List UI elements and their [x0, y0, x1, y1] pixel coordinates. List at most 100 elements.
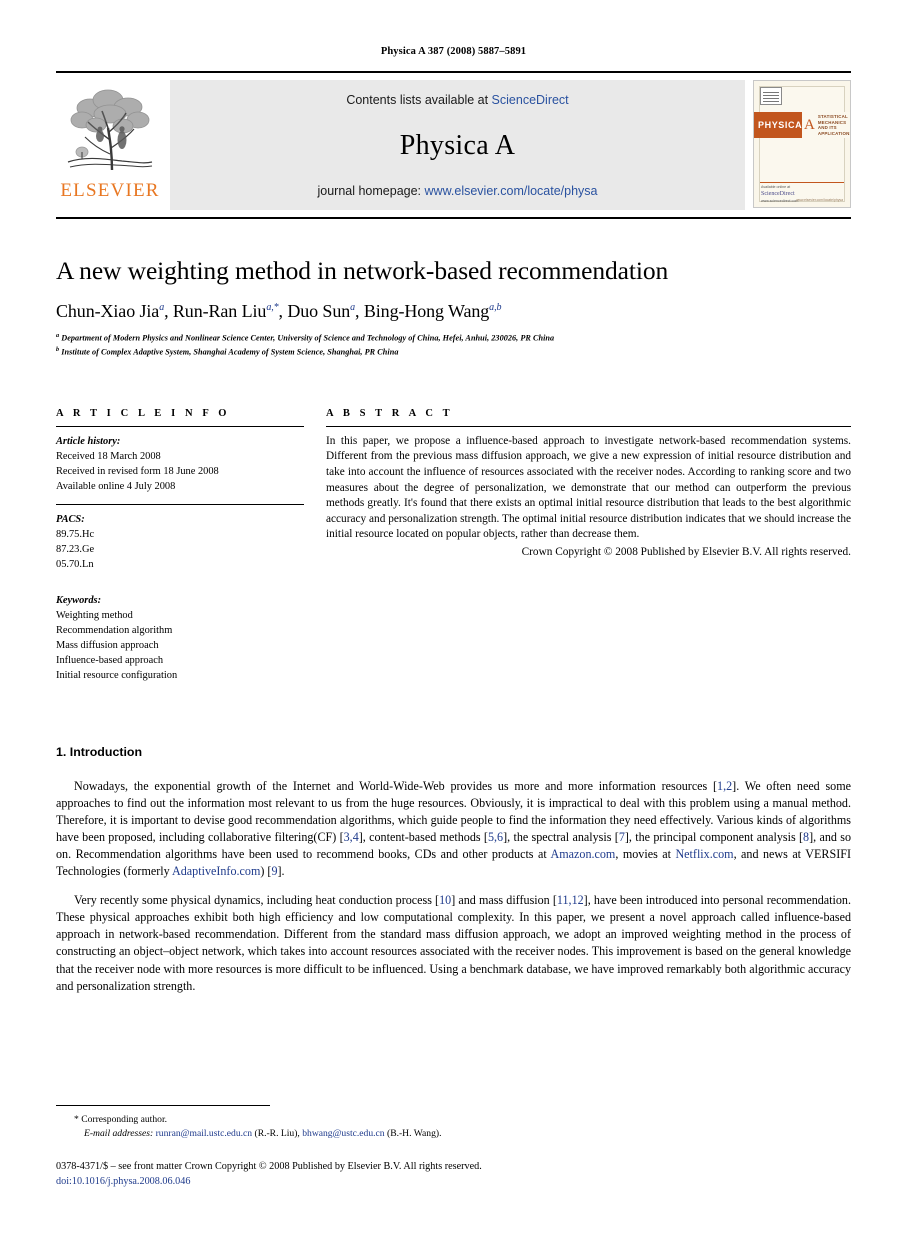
sciencedirect-link[interactable]: ScienceDirect [492, 93, 569, 107]
email-owner-wang: (B.-H. Wang). [387, 1128, 442, 1140]
author-separator: , [355, 301, 364, 321]
text-run: ] and mass diffusion [ [451, 893, 557, 908]
email-link-wang[interactable]: bhwang@ustc.edu.cn [302, 1128, 384, 1139]
affiliation-text: Department of Modern Physics and Nonline… [61, 333, 555, 343]
citation-ref[interactable]: 1,2 [717, 779, 732, 793]
column-gap [304, 408, 326, 683]
author-separator: , [278, 301, 288, 321]
email-link-liu[interactable]: runran@mail.ustc.edu.cn [156, 1128, 252, 1139]
contents-prefix: Contents lists available at [346, 93, 492, 107]
affiliation-item: b Institute of Complex Adaptive System, … [56, 345, 851, 359]
abstract-column: A B S T R A C T In this paper, we propos… [326, 408, 851, 683]
journal-homepage-link[interactable]: www.elsevier.com/locate/physa [425, 184, 598, 198]
elsevier-logo: ELSEVIER [56, 80, 164, 210]
author-entry: Duo Suna, [287, 301, 364, 321]
keyword-item: Influence-based approach [56, 654, 164, 666]
external-link-amazon[interactable]: Amazon.com [551, 847, 616, 861]
elsevier-tree-icon [60, 82, 160, 180]
email-label: E-mail addresses: [84, 1128, 154, 1140]
pacs-rule [56, 504, 304, 506]
running-head: Physica A 387 (2008) 5887–5891 [380, 46, 527, 57]
cover-subtitle: STATISTICAL MECHANICS AND ITS APPLICATIO… [817, 114, 851, 136]
footnote-rule [56, 1104, 270, 1106]
cover-sciencedirect-url: www.sciencedirect.com [761, 199, 799, 204]
cover-divider [760, 182, 844, 183]
author-affil-mark: a,b [489, 302, 502, 313]
article-info-rule [56, 425, 304, 427]
abstract-copyright: Crown Copyright © 2008 Published by Else… [521, 545, 851, 558]
elsevier-wordmark: ELSEVIER [60, 180, 160, 201]
info-abstract-section: A R T I C L E I N F O Article history: R… [56, 408, 851, 683]
contents-available-line: Contents lists available at ScienceDirec… [346, 93, 568, 107]
masthead-top-rule [56, 71, 851, 73]
text-run: ]. [277, 864, 285, 879]
section-heading-introduction: 1. Introduction [56, 744, 143, 759]
keywords-label: Keywords: [56, 594, 102, 606]
author-entry: Chun-Xiao Jiaa, [56, 301, 173, 321]
citation-ref[interactable]: 5,6 [488, 830, 503, 844]
keyword-item: Mass diffusion approach [56, 639, 159, 651]
external-link-netflix[interactable]: Netflix.com [675, 847, 733, 861]
text-run: ], the spectral analysis [ [503, 830, 619, 845]
cover-volume-letter: A [804, 116, 815, 133]
author-name: Bing-Hong Wang [363, 301, 490, 321]
cover-title-left: PHYSICA [754, 112, 802, 138]
cover-corner-mark [760, 87, 782, 105]
external-link-adaptiveinfo[interactable]: AdaptiveInfo.com [172, 864, 260, 878]
citation-ref[interactable]: 11,12 [557, 893, 584, 907]
page-title: A new weighting method in network-based … [56, 256, 669, 285]
author-separator: , [164, 301, 173, 321]
author-name: Run-Ran Liu [172, 301, 267, 321]
citation-ref[interactable]: 10 [439, 893, 451, 907]
email-owner-liu: (R.-R. Liu), [254, 1128, 300, 1140]
email-addresses-note: E-mail addresses: runran@mail.ustc.edu.c… [84, 1127, 851, 1141]
article-info-heading: A R T I C L E I N F O [56, 407, 231, 419]
author-list: Chun-Xiao Jiaa, Run-Ran Liua,*, Duo Suna… [56, 301, 851, 322]
author-affil-mark: a,* [266, 302, 279, 313]
affiliation-mark: b [56, 346, 60, 354]
abstract-rule [326, 425, 851, 427]
affiliation-text: Institute of Complex Adaptive System, Sh… [61, 348, 399, 358]
intro-paragraph-1: Nowadays, the exponential growth of the … [56, 778, 851, 880]
cover-footer-left: Available online at ScienceDirect www.sc… [761, 185, 798, 205]
journal-cover-thumbnail: PHYSICA A STATISTICAL MECHANICS AND ITS … [753, 80, 851, 208]
article-info-column: A R T I C L E I N F O Article history: R… [56, 408, 304, 683]
paper-page: Physica A 387 (2008) 5887–5891 ELSEVIER … [0, 0, 907, 1238]
cover-sciencedirect-mark: ScienceDirect [761, 191, 795, 198]
keyword-item: Weighting method [56, 609, 133, 621]
pacs-label: PACS: [56, 514, 85, 526]
keywords-block: Keywords: Weighting method Recommendatio… [56, 593, 304, 683]
history-item: Received 18 March 2008 [56, 450, 161, 462]
journal-masthead: ELSEVIER Contents lists available at Sci… [56, 71, 851, 219]
abstract-text: In this paper, we propose a influence-ba… [326, 434, 851, 541]
meta-spacer [56, 573, 304, 586]
cover-title-band: PHYSICA A STATISTICAL MECHANICS AND ITS … [754, 112, 850, 138]
text-run: ], content-based methods [ [358, 830, 488, 845]
text-run: ], have been introduced into personal re… [56, 893, 851, 993]
text-run: Very recently some physical dynamics, in… [74, 893, 440, 908]
text-run: ) [ [260, 864, 272, 879]
text-run: ], the principal component analysis [ [624, 830, 804, 845]
pacs-block: PACS: 89.75.Hc 87.23.Ge 05.70.Ln [56, 512, 304, 572]
citation-ref[interactable]: 3,4 [344, 830, 359, 844]
sciencedirect-banner: Contents lists available at ScienceDirec… [170, 80, 745, 210]
history-item: Received in revised form 18 June 2008 [56, 466, 219, 478]
doi-link[interactable]: doi:10.1016/j.physa.2008.06.046 [56, 1175, 851, 1190]
author-entry: Run-Ran Liua,*, [173, 301, 287, 321]
article-history-block: Article history: Received 18 March 2008 … [56, 434, 304, 494]
affiliation-list: a Department of Modern Physics and Nonli… [56, 331, 851, 360]
homepage-prefix: journal homepage: [317, 184, 425, 198]
cover-title-right: A STATISTICAL MECHANICS AND ITS APPLICAT… [802, 112, 850, 138]
journal-title: Physica A [399, 129, 516, 161]
affiliation-item: a Department of Modern Physics and Nonli… [56, 331, 851, 345]
pacs-item: 87.23.Ge [56, 544, 95, 556]
issn-copyright-line: 0378-4371/$ – see front matter Crown Cop… [56, 1161, 482, 1173]
cover-footer-right: www.elsevier.com/locate/physa [796, 198, 843, 202]
corresponding-author-note: * Corresponding author. [74, 1113, 851, 1127]
text-run: Nowadays, the exponential growth of the … [74, 778, 718, 793]
page-footer: * Corresponding author. E-mail addresses… [56, 1104, 851, 1190]
pacs-item: 05.70.Ln [56, 559, 94, 571]
history-item: Available online 4 July 2008 [56, 481, 176, 493]
author-name: Duo Sun [287, 301, 351, 321]
corresponding-mark: * [74, 1113, 79, 1125]
